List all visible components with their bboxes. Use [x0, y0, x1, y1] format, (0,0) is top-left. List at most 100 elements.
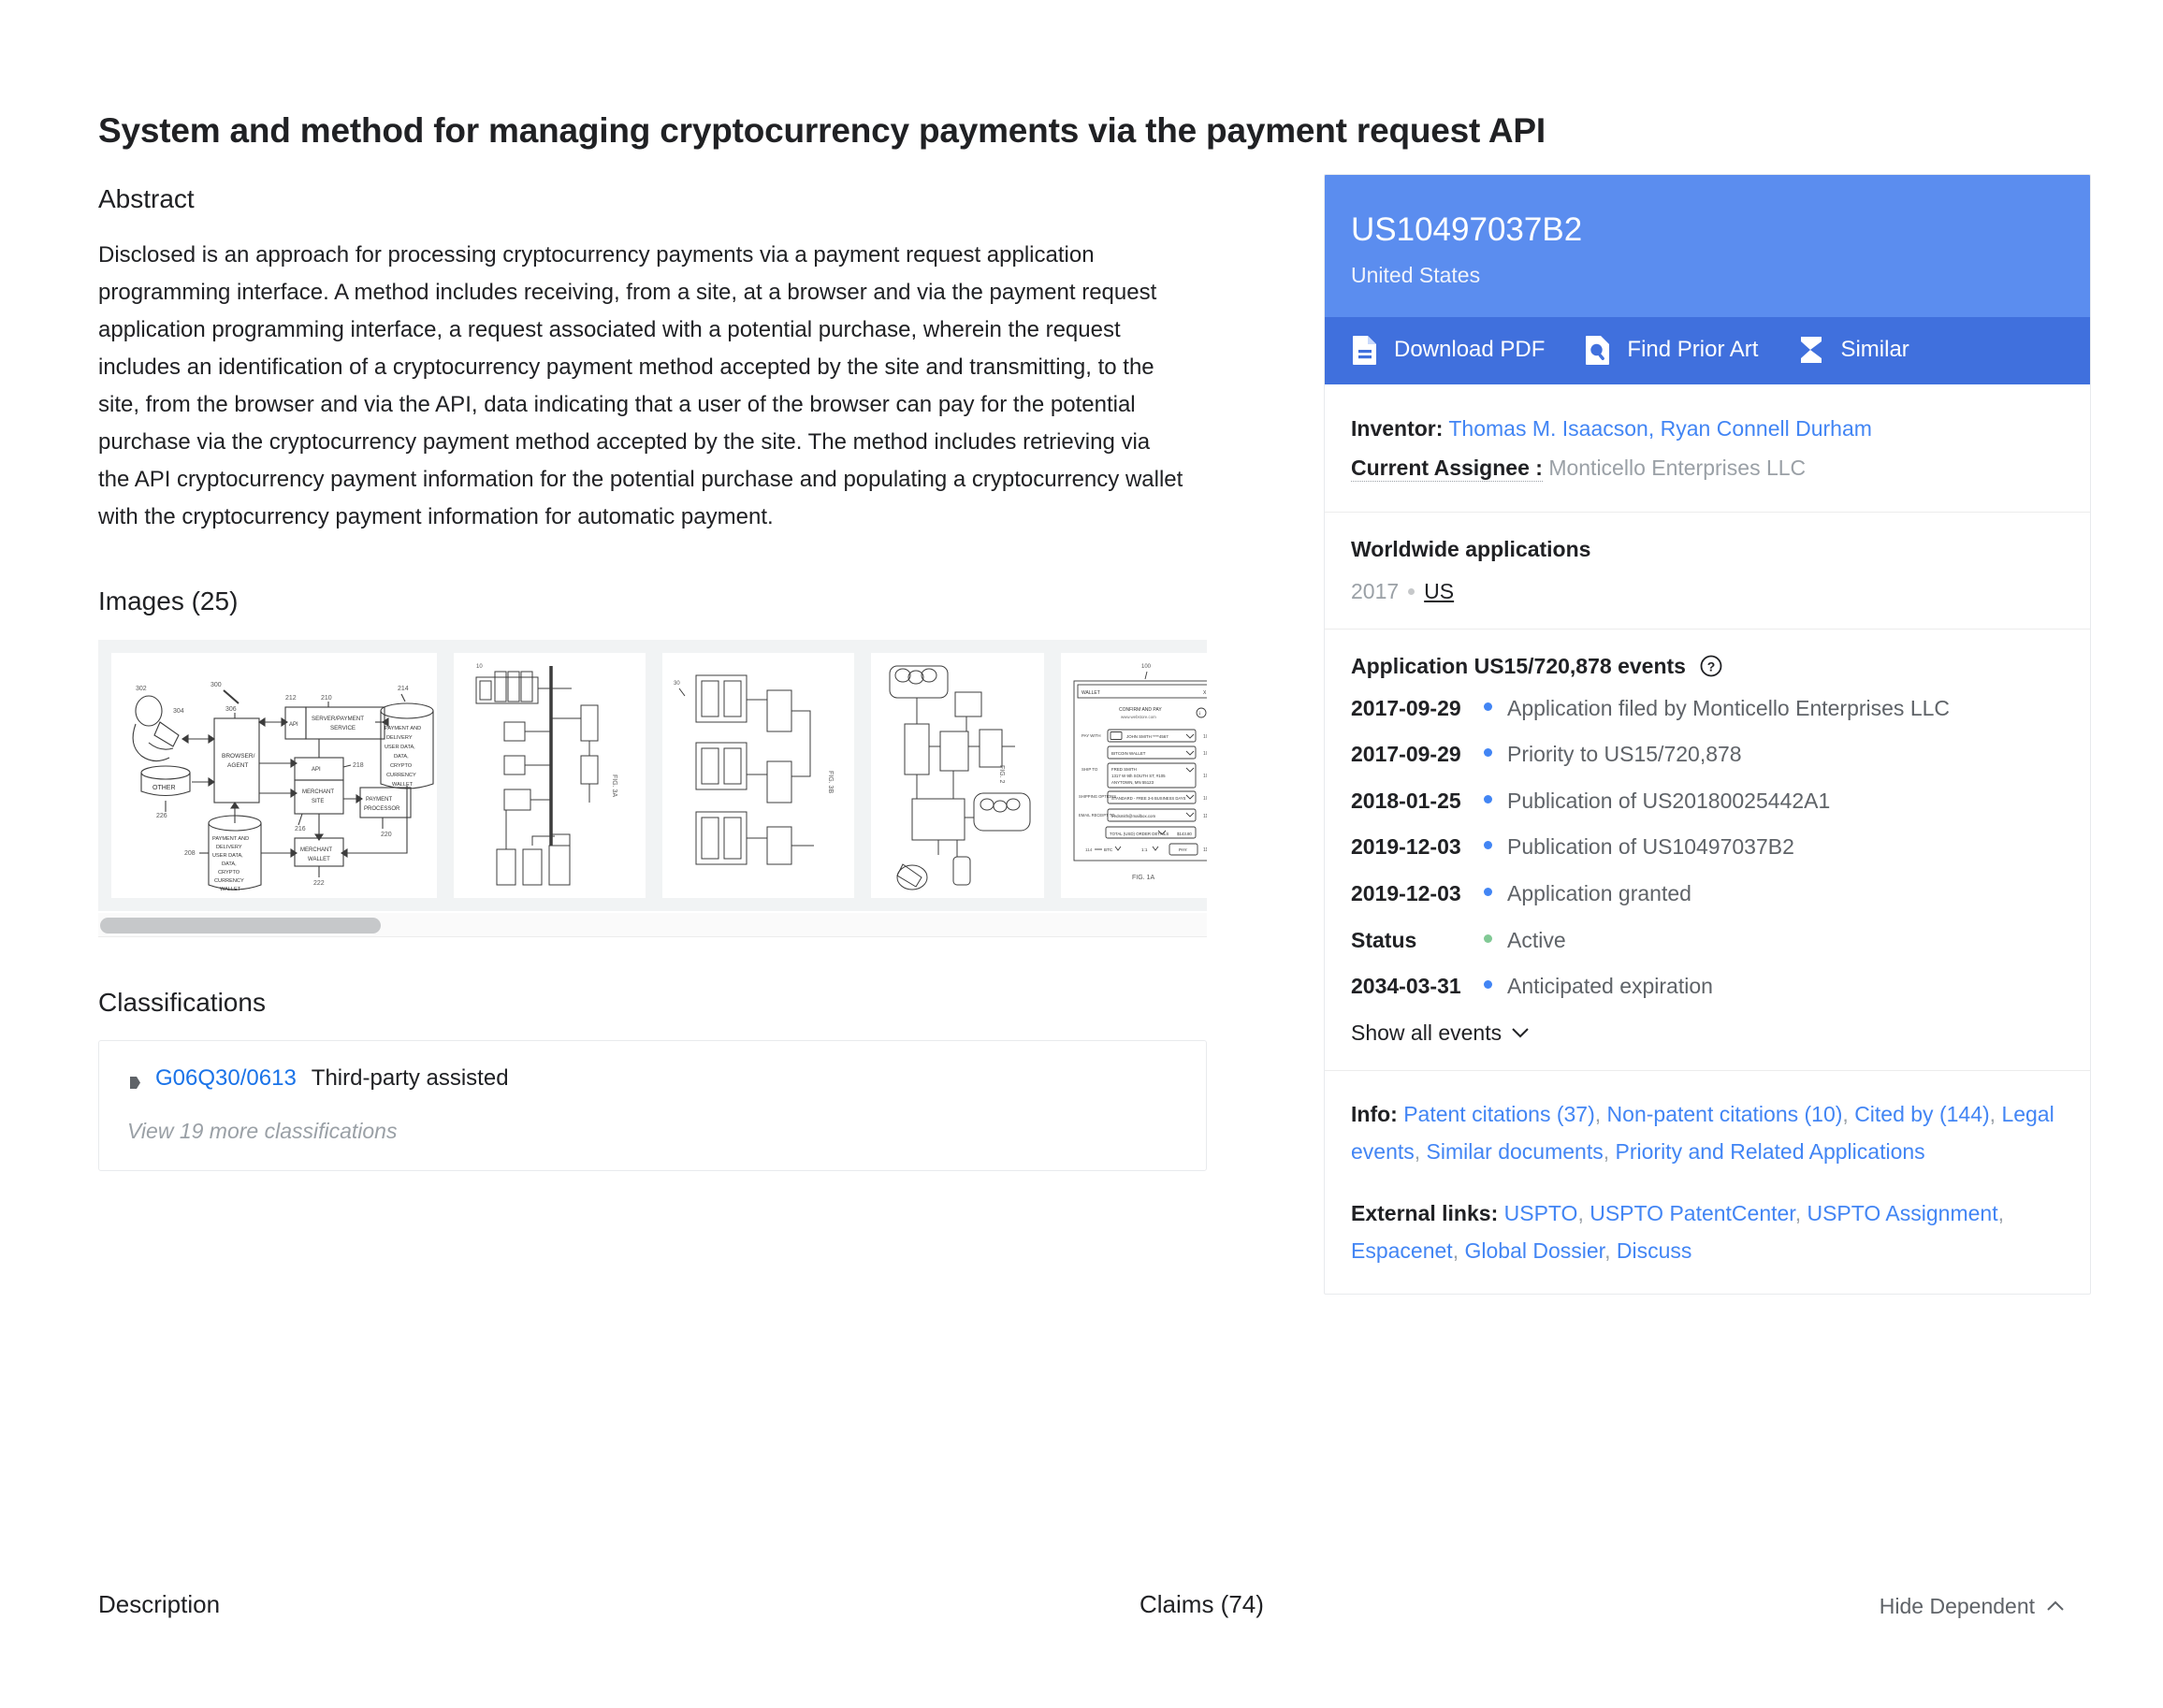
patent-figure-thumbnail[interactable]: 10 FIG. 3A [454, 652, 646, 898]
external-link[interactable]: USPTO [1504, 1201, 1578, 1225]
info-link[interactable]: Cited by (144) [1854, 1102, 1989, 1126]
classification-item[interactable]: G06Q30/0613 Third-party assisted [127, 1065, 1178, 1093]
images-scrollbar[interactable] [98, 912, 1207, 937]
svg-text:DELIVERY: DELIVERY [216, 845, 242, 850]
svg-text:300: 300 [210, 682, 222, 688]
event-row: 2017-09-29 Priority to US15/720,878 [1351, 742, 2064, 768]
event-row: 2019-12-03 Publication of US10497037B2 [1351, 834, 2064, 861]
svg-text:212: 212 [285, 695, 297, 702]
event-bullet-icon [1484, 841, 1492, 850]
svg-text:i: i [1199, 711, 1200, 716]
svg-text:DELIVERY: DELIVERY [386, 735, 413, 741]
svg-text:$143.80: $143.80 [1177, 832, 1192, 836]
svg-text:CRYPTO: CRYPTO [390, 763, 413, 769]
external-link[interactable]: Discuss [1617, 1238, 1692, 1263]
svg-text:112: 112 [1203, 847, 1207, 853]
external-link[interactable]: USPTO PatentCenter [1590, 1201, 1794, 1225]
inventor-names[interactable]: Thomas M. Isaacson, Ryan Connell Durham [1448, 416, 1872, 441]
svg-text:FIG. 3A: FIG. 3A [611, 774, 617, 797]
event-text: Publication of US20180025442A1 [1507, 788, 1831, 813]
hide-dependent-button[interactable]: Hide Dependent [1880, 1594, 2065, 1619]
event-bullet-icon [1484, 748, 1492, 758]
svg-text:PAYMENT AND: PAYMENT AND [212, 836, 249, 842]
svg-text:WALLET: WALLET [392, 782, 414, 788]
svg-text:BROWSER/: BROWSER/ [222, 753, 255, 760]
abstract-heading: Abstract [98, 184, 195, 213]
info-link[interactable]: Patent citations (37) [1403, 1102, 1595, 1126]
event-row: 2018-01-25 Publication of US20180025442A… [1351, 789, 2064, 815]
patent-figure-thumbnail[interactable]: 30 FIG. 3B [662, 652, 854, 898]
worldwide-country-code[interactable]: US [1424, 579, 1454, 604]
description-section-link[interactable]: Description [98, 1590, 220, 1619]
download-pdf-button[interactable]: Download PDF [1349, 334, 1545, 366]
patent-drawing-fig3b: 30 FIG. 3B [662, 652, 854, 898]
expand-arrow-icon[interactable] [127, 1071, 143, 1090]
svg-text:PROCESSOR: PROCESSOR [364, 806, 400, 812]
show-all-events-label: Show all events [1351, 1020, 1502, 1045]
find-prior-art-label: Find Prior Art [1627, 336, 1759, 362]
patent-drawing-fig3a: 10 FIG. 3A [454, 652, 646, 898]
classification-code[interactable]: G06Q30/0613 [155, 1065, 297, 1093]
event-date: 2034-03-31 [1351, 974, 1461, 999]
classification-description: Third-party assisted [311, 1065, 509, 1092]
page-title: System and method for managing cryptocur… [98, 110, 1546, 150]
info-link[interactable]: Similar documents [1427, 1139, 1604, 1164]
svg-text:SERVER/PAYMENT: SERVER/PAYMENT [312, 716, 364, 722]
event-row: 2017-09-29 Application filed by Monticel… [1351, 696, 2064, 722]
info-link[interactable]: Priority and Related Applications [1616, 1139, 1925, 1164]
info-label: Info: [1351, 1101, 1398, 1126]
thumbnail-row: 302 304 300 BROWSER/ AGENT 306 OTHER 226… [111, 652, 1207, 898]
claims-section-link[interactable]: Claims (74) [1140, 1590, 1264, 1619]
event-text: Priority to US15/720,878 [1507, 742, 1742, 767]
svg-text:306: 306 [225, 706, 237, 713]
external-links-block: External links: USPTO, USPTO PatentCente… [1351, 1200, 2004, 1263]
assignee-line: Current Assignee : Monticello Enterprise… [1351, 448, 2064, 487]
svg-text:www.webstore.com: www.webstore.com [1121, 715, 1156, 719]
help-circle-icon[interactable]: ? [1699, 654, 1723, 678]
inventor-line: Inventor: Thomas M. Isaacson, Ryan Conne… [1351, 409, 2064, 448]
similar-button[interactable]: Similar [1795, 334, 1909, 366]
images-thumbnail-strip[interactable]: 302 304 300 BROWSER/ AGENT 306 OTHER 226… [98, 639, 1207, 911]
parties-section: Inventor: Thomas M. Isaacson, Ryan Conne… [1325, 384, 2090, 513]
worldwide-heading: Worldwide applications [1351, 537, 2064, 562]
svg-text:API: API [289, 722, 298, 728]
status-label: Status [1351, 927, 1417, 952]
find-prior-art-button[interactable]: Find Prior Art [1582, 334, 1758, 366]
event-text: Application granted [1507, 880, 1691, 905]
svg-text:226: 226 [156, 813, 167, 819]
svg-text:FIG. 3B: FIG. 3B [827, 771, 834, 793]
show-all-events-button[interactable]: Show all events [1351, 1020, 2064, 1046]
svg-text:218: 218 [353, 762, 364, 769]
left-content-column: Abstract Disclosed is an approach for pr… [98, 182, 1212, 1171]
classifications-heading: Classifications [98, 987, 266, 1017]
patent-drawing-fig2b: FIG. 2 [871, 652, 1044, 898]
view-more-classifications-link[interactable]: View 19 more classifications [127, 1119, 1178, 1144]
svg-text:SITE: SITE [312, 799, 324, 804]
svg-text:BTC: BTC [1104, 847, 1113, 852]
patent-figure-thumbnail[interactable]: FIG. 2 [871, 652, 1044, 898]
external-link[interactable]: Global Dossier [1464, 1238, 1604, 1263]
external-link[interactable]: USPTO Assignment [1807, 1201, 1997, 1225]
images-scrollbar-thumb[interactable] [100, 917, 381, 934]
card-action-bar: Download PDF Find Prior Art Similar [1325, 316, 2090, 384]
worldwide-applications-section: Worldwide applications 2017 US [1325, 513, 2090, 630]
event-row: 2019-12-03 Application granted [1351, 881, 2064, 907]
svg-text:JOHN SMITH ****4567: JOHN SMITH ****4567 [1126, 734, 1169, 739]
event-date: 2019-12-03 [1351, 834, 1461, 860]
patent-figure-thumbnail[interactable]: 302 304 300 BROWSER/ AGENT 306 OTHER 226… [111, 652, 437, 898]
svg-text:102: 102 [1203, 734, 1207, 740]
svg-text:?: ? [1707, 659, 1716, 674]
svg-text:WALLET: WALLET [220, 887, 241, 892]
svg-text:AGENT: AGENT [227, 762, 248, 769]
external-link[interactable]: Espacenet [1351, 1238, 1453, 1263]
chevron-down-icon [1511, 1027, 1530, 1039]
links-section: Info: Patent citations (37), Non-patent … [1325, 1071, 2090, 1294]
event-text: Anticipated expiration [1507, 974, 1713, 999]
events-heading: Application US15/720,878 events ? [1351, 654, 2064, 679]
svg-text:10: 10 [476, 664, 483, 670]
patent-figure-thumbnail[interactable]: 100 WALLET X CONFIRM AND PAY www.webstor… [1061, 652, 1207, 898]
svg-text:220: 220 [381, 832, 392, 838]
info-link[interactable]: Non-patent citations (10) [1607, 1102, 1843, 1126]
svg-text:STANDARD - FREE 3-6 BUSINESS D: STANDARD - FREE 3-6 BUSINESS DAYS [1111, 796, 1186, 801]
patent-drawing-fig2: 302 304 300 BROWSER/ AGENT 306 OTHER 226… [111, 652, 437, 898]
